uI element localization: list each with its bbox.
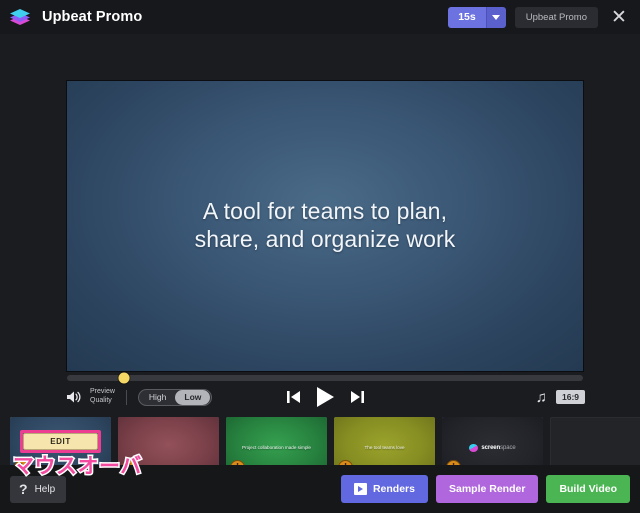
close-icon[interactable]: ✕ (608, 8, 630, 27)
title-bar: Upbeat Promo 15s Upbeat Promo ✕ (0, 0, 640, 34)
chevron-down-icon[interactable] (485, 6, 506, 28)
app-title: Upbeat Promo (42, 9, 143, 25)
screenspace-logo: screenspace (469, 444, 516, 452)
duration-value[interactable]: 15s (448, 6, 486, 28)
play-icon[interactable] (317, 387, 334, 407)
renders-button-label: Renders (372, 483, 415, 495)
slide-text-line-2: share, and organize work (194, 225, 456, 252)
skip-next-icon[interactable] (351, 390, 364, 404)
video-play-icon (353, 483, 367, 495)
scrubber-track[interactable] (67, 372, 583, 384)
preview-stage: A tool for teams to plan, share, and org… (0, 34, 640, 513)
video-editor-window: Upbeat Promo 15s Upbeat Promo ✕ A tool f… (0, 0, 640, 513)
annotation-mouseover-label: マウスオーバ (12, 454, 143, 480)
timeline-scrubber[interactable] (67, 372, 583, 384)
edit-button[interactable]: EDIT (23, 433, 98, 450)
speaker-icon[interactable] (66, 390, 82, 404)
layers-icon (9, 6, 31, 28)
logo-light-part: space (500, 445, 516, 451)
preview-quality-label-line1: Preview (90, 388, 115, 396)
video-preview[interactable]: A tool for teams to plan, share, and org… (67, 81, 583, 371)
aspect-ratio-chip[interactable]: 16:9 (555, 390, 585, 404)
build-video-button[interactable]: Build Video (546, 475, 630, 503)
preview-quality-toggle[interactable]: High Low (137, 388, 213, 406)
question-mark-icon: ? (19, 481, 28, 497)
help-button-label: Help (34, 483, 56, 495)
build-video-button-label: Build Video (559, 483, 617, 495)
music-note-icon[interactable]: ♫ (536, 390, 547, 405)
sample-render-button-label: Sample Render (448, 483, 526, 495)
divider (125, 389, 127, 405)
sample-render-button[interactable]: Sample Render (435, 475, 539, 503)
screenspace-mark-icon (469, 444, 479, 452)
slide-text-line-1: A tool for teams to plan, (202, 197, 448, 224)
skip-previous-icon[interactable] (287, 390, 300, 404)
scrubber-handle[interactable] (118, 372, 130, 384)
quality-option-low[interactable]: Low (175, 389, 211, 405)
screenspace-wordmark: screenspace (481, 445, 515, 451)
preview-quality-label-line2: Quality (90, 397, 112, 404)
transport-right-group: ♫ 16:9 (536, 390, 585, 405)
thumbnail-caption: Project collaboration made simple (242, 445, 311, 451)
preview-quality-label: Preview Quality (90, 388, 115, 405)
renders-button[interactable]: Renders (340, 475, 428, 503)
logo-bold-part: screen (481, 445, 501, 451)
duration-selector[interactable]: 15s (448, 6, 506, 28)
thumbnail-caption: The tool teams love (364, 445, 405, 451)
project-name-chip[interactable]: Upbeat Promo (514, 6, 598, 28)
transport-bar: Preview Quality High Low ♫ 16:9 (66, 384, 585, 410)
slide-text: A tool for teams to plan, share, and org… (67, 197, 583, 253)
quality-option-high[interactable]: High (140, 390, 175, 405)
transport-left-group: Preview Quality High Low (66, 388, 213, 406)
